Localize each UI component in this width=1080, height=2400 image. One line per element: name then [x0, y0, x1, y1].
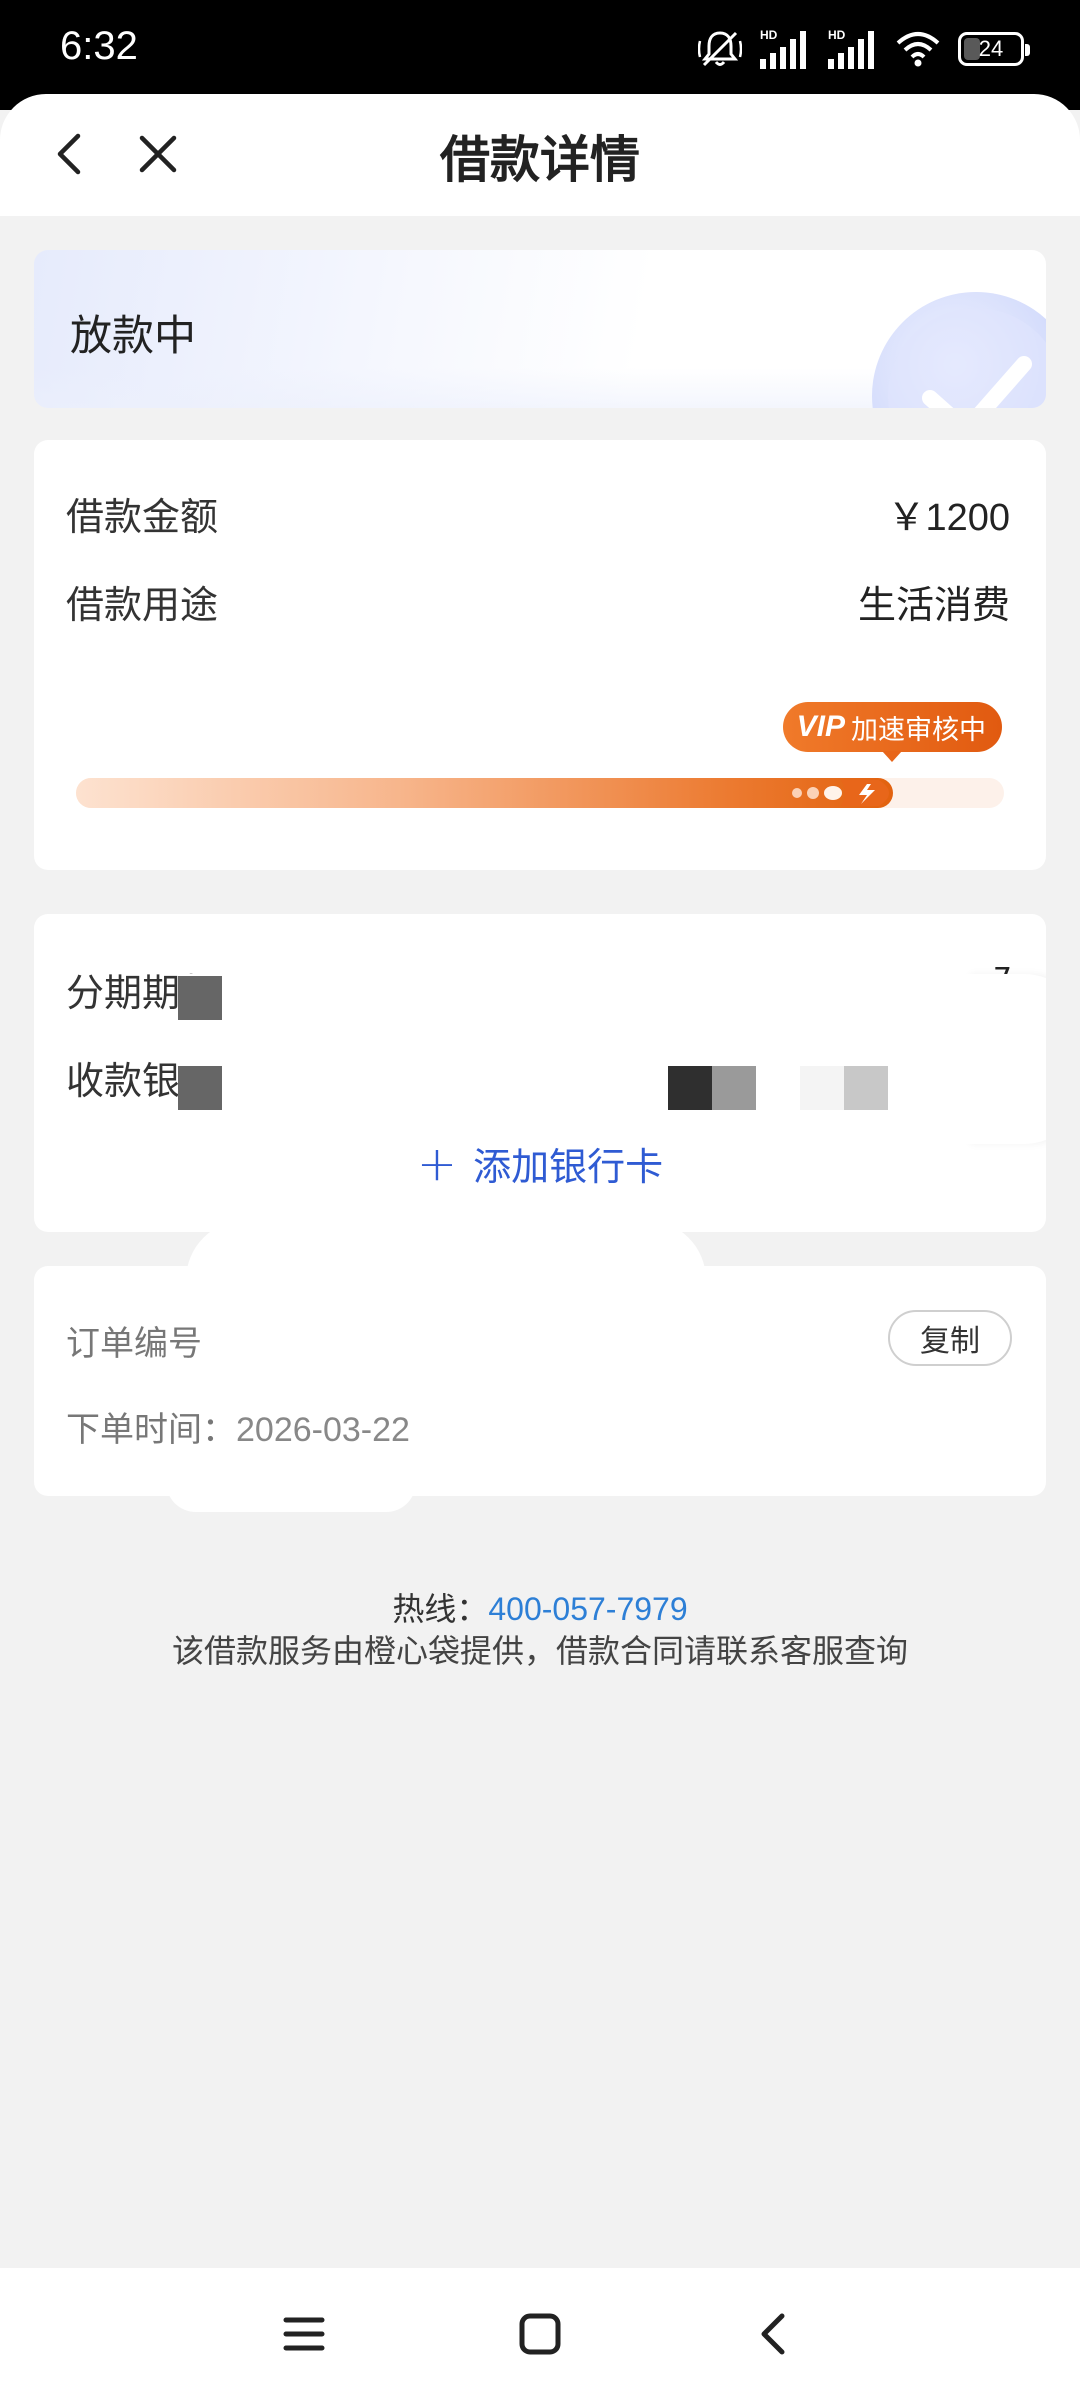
add-bank-card-button[interactable]: + 添加银行卡: [34, 1136, 1046, 1191]
plus-icon: +: [416, 1135, 458, 1192]
page-title: 借款详情: [440, 131, 640, 189]
hotline-row: 热线：400-057-7979: [0, 1584, 1080, 1630]
battery-icon: 24: [958, 32, 1030, 66]
redaction-block: [668, 1066, 712, 1110]
copy-button[interactable]: 复制: [888, 1310, 1012, 1366]
system-nav-bar: [0, 2268, 1080, 2400]
add-bank-card-label: 添加银行卡: [473, 1145, 664, 1189]
hotline-number-link[interactable]: 400-057-7979: [488, 1591, 687, 1627]
order-time-row: 下单时间：2026-03-22: [66, 1402, 410, 1451]
redaction-overlay: [166, 1466, 416, 1512]
amount-label: 借款金额: [66, 495, 219, 539]
home-square-icon[interactable]: [510, 2304, 570, 2364]
vip-review-text: 加速审核中: [851, 714, 986, 746]
status-time: 6:32: [60, 24, 138, 68]
vip-mark: VIP: [796, 710, 845, 743]
redaction-block: [844, 1066, 888, 1110]
mute-bell-icon: [698, 31, 742, 67]
vip-review-badge: VIP 加速审核中: [782, 702, 1002, 762]
order-time-label: 下单时间：: [66, 1410, 236, 1450]
installment-card: 分期期数 7 收款银 + 添加银行卡: [34, 914, 1046, 1232]
amount-value: ￥1200: [887, 497, 1010, 539]
redaction-block: [712, 1066, 756, 1110]
rocket-icon: [791, 780, 889, 806]
menu-icon[interactable]: [274, 2304, 334, 2364]
back-icon[interactable]: [744, 2304, 804, 2364]
order-time-value: 2026-03-22: [236, 1411, 410, 1449]
hd-signal-icon: HD: [760, 28, 806, 69]
loan-status-card: 放款中: [34, 250, 1046, 408]
hotline-label: 热线：: [392, 1590, 489, 1628]
redaction-overlay: [964, 974, 1046, 1144]
header: 借款详情: [0, 94, 1080, 216]
battery-level: 24: [978, 36, 1004, 61]
review-progress-fill: [76, 778, 893, 808]
order-number-label: 订单编号: [66, 1324, 202, 1364]
svg-text:HD: HD: [828, 28, 846, 42]
purpose-label: 借款用途: [66, 583, 219, 627]
redaction-block: [178, 976, 222, 1020]
status-icons: HD HD 24: [698, 26, 1030, 72]
svg-text:HD: HD: [760, 28, 778, 42]
check-circle-icon: [872, 292, 1046, 408]
redaction-block: [178, 1066, 222, 1110]
service-provider-note: 该借款服务由橙心袋提供，借款合同请联系客服查询: [171, 1632, 908, 1670]
loan-info-card: 借款金额 ￥1200 借款用途 生活消费 VIP 加速审核中: [34, 440, 1046, 870]
order-info-card: 订单编号 复制 下单时间：2026-03-22: [34, 1266, 1046, 1496]
redaction-block: [800, 1066, 844, 1110]
hd-signal-icon: HD: [828, 28, 874, 69]
loan-status-text: 放款中: [70, 311, 197, 360]
wifi-icon: [896, 32, 940, 67]
purpose-value: 生活消费: [857, 583, 1010, 627]
bank-label: 收款银: [66, 1059, 181, 1103]
